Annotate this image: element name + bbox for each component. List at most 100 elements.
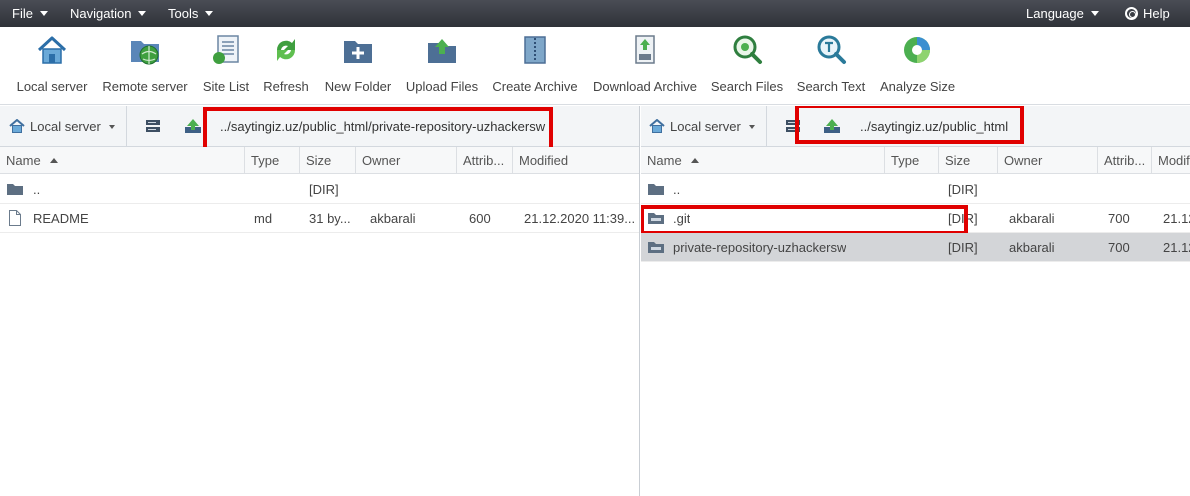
list-document-icon — [209, 33, 243, 67]
menu-help[interactable]: Help — [1125, 0, 1170, 27]
row-owner: akbarali — [1009, 211, 1055, 226]
remote-server-label: Remote server — [102, 79, 188, 94]
house-icon — [649, 118, 665, 133]
row-owner: akbarali — [370, 211, 416, 226]
row-modified: 21.12 — [1163, 211, 1190, 226]
row-attrib: 700 — [1108, 211, 1130, 226]
folder-icon — [648, 184, 664, 195]
site-list-label: Site List — [202, 79, 250, 94]
local-server-button[interactable]: Local server — [14, 33, 90, 101]
row-owner: akbarali — [1009, 240, 1055, 255]
search-text-label: Search Text — [796, 79, 866, 94]
menu-tools-label: Tools — [168, 6, 199, 21]
table-row[interactable]: .. [DIR] — [0, 175, 639, 204]
menu-navigation-label: Navigation — [70, 6, 132, 21]
right-column-header: Name Type Size Owner Attrib... Modifi — [641, 147, 1190, 174]
up-folder-icon[interactable] — [184, 118, 202, 134]
right-path-highlight — [795, 106, 1024, 144]
right-col-owner[interactable]: Owner — [998, 147, 1098, 173]
search-icon — [730, 33, 764, 67]
sort-ascending-icon — [690, 158, 699, 163]
pie-chart-icon — [900, 33, 934, 67]
right-address-bar: Local server ../saytingiz.uz/public_html — [641, 106, 1190, 147]
menu-file[interactable]: File — [12, 0, 48, 27]
refresh-icon — [269, 33, 303, 67]
menu-navigation[interactable]: Navigation — [70, 0, 147, 27]
menu-file-label: File — [12, 6, 33, 21]
left-col-modified[interactable]: Modified — [513, 147, 639, 173]
row-name: private-repository-uzhackersw — [673, 240, 847, 255]
row-name: .. — [673, 182, 681, 197]
upload-icon — [425, 33, 459, 67]
left-col-name[interactable]: Name — [0, 147, 245, 173]
chevron-down-icon — [1090, 11, 1099, 16]
drive-icon[interactable] — [145, 119, 161, 133]
globe-folder-icon — [128, 33, 162, 67]
row-name: .. — [33, 182, 41, 197]
file-icon — [9, 210, 21, 226]
row-modified: 21.12 — [1163, 240, 1190, 255]
right-col-name[interactable]: Name — [641, 147, 885, 173]
refresh-label: Refresh — [263, 79, 309, 94]
upload-files-button[interactable]: Upload Files — [404, 33, 480, 101]
archive-icon — [518, 33, 552, 67]
left-pane: Local server ../saytingiz.uz/public_html… — [0, 106, 640, 496]
zip-download-icon — [628, 33, 662, 67]
left-col-owner[interactable]: Owner — [356, 147, 457, 173]
search-text-button[interactable]: Search Text — [796, 33, 866, 101]
row-size: [DIR] — [948, 240, 978, 255]
row-attrib: 700 — [1108, 240, 1130, 255]
git-row-highlight — [641, 205, 968, 235]
left-col-type[interactable]: Type — [245, 147, 300, 173]
table-row[interactable]: private-repository-uzhackersw [DIR] akba… — [641, 233, 1190, 262]
table-row[interactable]: .git [DIR] akbarali 700 21.12 — [641, 204, 1190, 235]
search-text-icon — [814, 33, 848, 67]
right-col-size[interactable]: Size — [939, 147, 998, 173]
right-col-type[interactable]: Type — [885, 147, 939, 173]
left-column-header: Name Type Size Owner Attrib... Modified — [0, 147, 639, 174]
right-server-selector[interactable]: Local server — [641, 106, 767, 147]
row-modified: 21.12.2020 11:39... — [524, 211, 636, 226]
right-server-label: Local server — [670, 119, 741, 134]
right-col-attrib[interactable]: Attrib... — [1098, 147, 1152, 173]
analyze-size-button[interactable]: Analyze Size — [880, 33, 955, 101]
menu-help-label: Help — [1143, 6, 1170, 21]
new-folder-label: New Folder — [324, 79, 392, 94]
row-attrib: 600 — [469, 211, 491, 226]
left-col-attrib[interactable]: Attrib... — [457, 147, 513, 173]
new-folder-button[interactable]: New Folder — [324, 33, 392, 101]
upload-files-label: Upload Files — [405, 79, 479, 94]
create-archive-label: Create Archive — [492, 79, 578, 94]
right-col-modified[interactable]: Modifi — [1152, 147, 1190, 173]
table-row[interactable]: README md 31 by... akbarali 600 21.12.20… — [0, 204, 639, 233]
chevron-down-icon — [205, 11, 214, 16]
search-files-label: Search Files — [710, 79, 784, 94]
row-size: [DIR] — [309, 182, 339, 197]
remote-server-button[interactable]: Remote server — [102, 33, 188, 101]
house-icon — [35, 33, 69, 67]
menu-language-label: Language — [1026, 6, 1084, 21]
help-icon — [1125, 7, 1138, 20]
sort-ascending-icon — [49, 158, 58, 163]
download-archive-label: Download Archive — [592, 79, 698, 94]
menu-language[interactable]: Language — [1026, 0, 1099, 27]
site-list-button[interactable]: Site List — [202, 33, 250, 101]
menu-tools[interactable]: Tools — [168, 0, 214, 27]
right-pane: Local server ../saytingiz.uz/public_html… — [641, 106, 1190, 496]
left-address-bar: Local server ../saytingiz.uz/public_html… — [0, 106, 639, 155]
row-size: 31 by... — [309, 211, 351, 226]
toolbar: Local server Remote server Site List Ref… — [0, 27, 1190, 105]
right-col-name-label: Name — [647, 153, 682, 168]
refresh-button[interactable]: Refresh — [262, 33, 310, 101]
left-server-label: Local server — [30, 119, 101, 134]
chevron-down-icon — [138, 11, 147, 16]
table-row[interactable]: .. [DIR] — [641, 175, 1190, 204]
new-folder-icon — [341, 33, 375, 67]
download-archive-button[interactable]: Download Archive — [592, 33, 698, 101]
folder-icon — [7, 184, 23, 195]
search-files-button[interactable]: Search Files — [710, 33, 784, 101]
row-type: md — [254, 211, 273, 226]
left-col-size[interactable]: Size — [300, 147, 356, 173]
left-server-selector[interactable]: Local server — [0, 106, 127, 147]
create-archive-button[interactable]: Create Archive — [490, 33, 580, 101]
